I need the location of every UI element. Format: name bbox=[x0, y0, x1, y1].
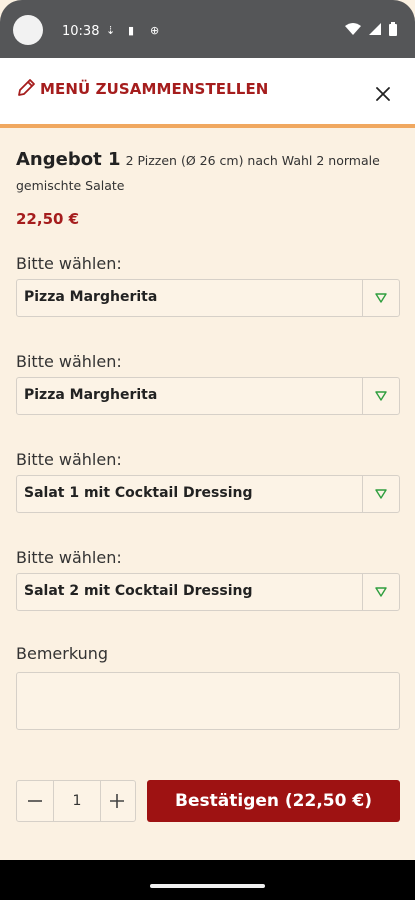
dialog-title: MENÜ ZUSAMMENSTELLEN bbox=[40, 80, 269, 98]
home-gesture-handle[interactable] bbox=[150, 884, 265, 888]
confirm-button[interactable]: Bestätigen (22,50 €) bbox=[147, 780, 400, 822]
sd-card-icon: ▮ bbox=[128, 24, 135, 37]
download-icon: ⇣ bbox=[106, 24, 116, 37]
status-right-icons bbox=[345, 22, 397, 36]
select-label: Bitte wählen: bbox=[16, 352, 122, 371]
quantity-stepper: 1 bbox=[16, 780, 136, 822]
plus-icon[interactable] bbox=[99, 781, 135, 821]
minus-icon[interactable] bbox=[17, 781, 53, 821]
app-screen: 10:38 ⇣ ▮ ⊕ MENÜ ZUSAMMENSTELLEN Angebot… bbox=[0, 0, 415, 900]
chevron-down-icon[interactable] bbox=[362, 378, 399, 414]
camera-cutout bbox=[13, 15, 43, 45]
salad-select-1[interactable]: Salat 1 mit Cocktail Dressing bbox=[16, 475, 400, 513]
vpn-icon: ⊕ bbox=[150, 24, 160, 37]
remark-label: Bemerkung bbox=[16, 644, 109, 663]
select-label: Bitte wählen: bbox=[16, 548, 122, 567]
navigation-bar bbox=[0, 860, 415, 900]
select-label: Bitte wählen: bbox=[16, 254, 122, 273]
wifi-icon bbox=[345, 23, 361, 35]
status-time: 10:38 bbox=[62, 24, 100, 39]
close-icon[interactable] bbox=[373, 84, 393, 104]
offer-name: Angebot 1 bbox=[16, 149, 121, 170]
chevron-down-icon[interactable] bbox=[362, 280, 399, 316]
select-value: Salat 2 mit Cocktail Dressing bbox=[24, 583, 253, 599]
pencil-icon bbox=[18, 79, 35, 96]
offer-info: Angebot 1 2 Pizzen (Ø 26 cm) nach Wahl 2… bbox=[16, 148, 400, 198]
battery-icon bbox=[389, 22, 397, 36]
pizza-select-1[interactable]: Pizza Margherita bbox=[16, 279, 400, 317]
chevron-down-icon[interactable] bbox=[362, 574, 399, 610]
pizza-select-2[interactable]: Pizza Margherita bbox=[16, 377, 400, 415]
salad-select-2[interactable]: Salat 2 mit Cocktail Dressing bbox=[16, 573, 400, 611]
remark-textarea[interactable] bbox=[16, 672, 400, 730]
chevron-down-icon[interactable] bbox=[362, 476, 399, 512]
dialog-header: MENÜ ZUSAMMENSTELLEN bbox=[0, 58, 415, 128]
signal-icon bbox=[369, 23, 381, 35]
offer-price: 22,50 € bbox=[16, 210, 80, 228]
select-label: Bitte wählen: bbox=[16, 450, 122, 469]
quantity-input[interactable]: 1 bbox=[53, 781, 101, 821]
select-value: Salat 1 mit Cocktail Dressing bbox=[24, 485, 253, 501]
select-value: Pizza Margherita bbox=[24, 387, 158, 403]
status-bar: 10:38 ⇣ ▮ ⊕ bbox=[0, 0, 415, 58]
select-value: Pizza Margherita bbox=[24, 289, 158, 305]
